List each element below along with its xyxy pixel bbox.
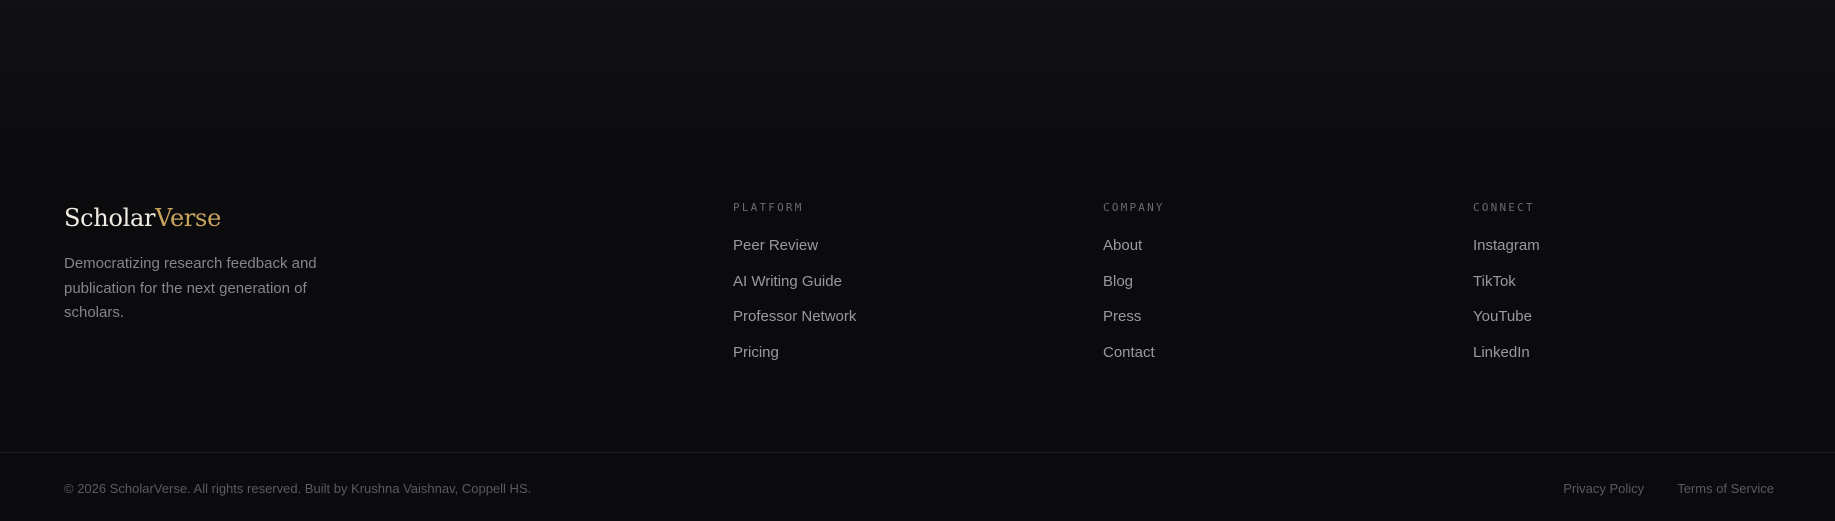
footer-link-peer-review[interactable]: Peer Review xyxy=(733,237,818,254)
legal-links: Privacy Policy Terms of Service xyxy=(1530,481,1774,496)
footer-link-youtube[interactable]: YouTube xyxy=(1473,308,1532,325)
logo-word-scholar: Scholar xyxy=(64,204,156,232)
footer-link-contact[interactable]: Contact xyxy=(1103,344,1155,361)
privacy-policy-link[interactable]: Privacy Policy xyxy=(1563,481,1644,496)
footer-link-professor-network[interactable]: Professor Network xyxy=(733,308,856,325)
footer-column-platform: PLATFORM Peer Review AI Writing Guide Pr… xyxy=(733,202,856,378)
column-heading-platform: PLATFORM xyxy=(733,201,804,214)
logo-word-verse: Verse xyxy=(155,204,221,232)
footer-link-blog[interactable]: Blog xyxy=(1103,273,1133,290)
footer-link-press[interactable]: Press xyxy=(1103,308,1141,325)
footer-column-connect: CONNECT Instagram TikTok YouTube LinkedI… xyxy=(1473,202,1540,378)
column-heading-connect: CONNECT xyxy=(1473,201,1535,214)
footer-link-instagram[interactable]: Instagram xyxy=(1473,237,1540,254)
site-footer: ScholarVerse Democratizing research feed… xyxy=(0,150,1835,452)
footer-link-tiktok[interactable]: TikTok xyxy=(1473,273,1516,290)
terms-of-service-link[interactable]: Terms of Service xyxy=(1677,481,1774,496)
top-section-background xyxy=(0,0,1835,150)
footer-link-pricing[interactable]: Pricing xyxy=(733,344,779,361)
copyright-text: © 2026 ScholarVerse. All rights reserved… xyxy=(64,481,532,496)
column-heading-company: COMPANY xyxy=(1103,201,1165,214)
footer-logo[interactable]: ScholarVerse xyxy=(64,204,221,232)
footer-link-linkedin[interactable]: LinkedIn xyxy=(1473,344,1530,361)
footer-link-ai-writing-guide[interactable]: AI Writing Guide xyxy=(733,273,842,290)
footer-bottom-bar: © 2026 ScholarVerse. All rights reserved… xyxy=(0,453,1835,521)
footer-column-company: COMPANY About Blog Press Contact xyxy=(1103,202,1165,378)
footer-tagline: Democratizing research feedback and publ… xyxy=(64,255,317,321)
footer-link-about[interactable]: About xyxy=(1103,237,1142,254)
